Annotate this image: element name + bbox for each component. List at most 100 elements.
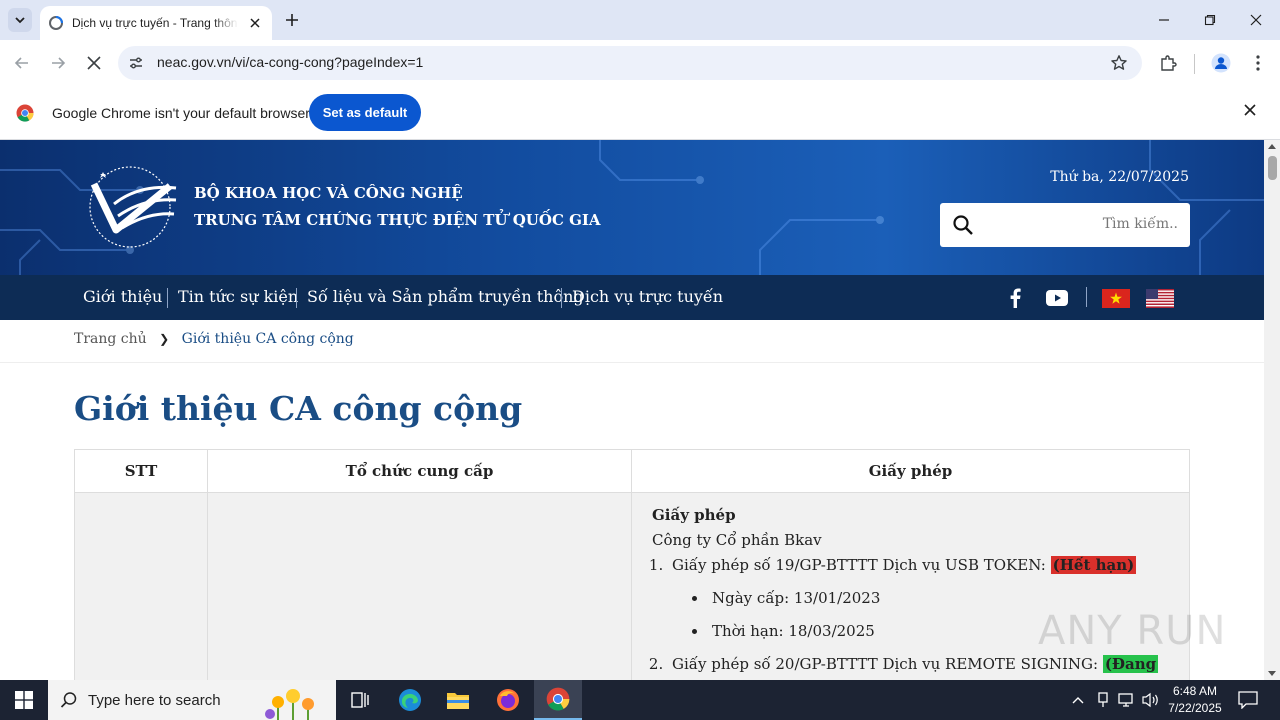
column-header-stt: STT [74,449,208,493]
chrome-logo-icon [16,104,34,122]
clock-date: 7/22/2025 [1168,701,1222,715]
column-header-provider: Tổ chức cung cấp [207,449,632,493]
table-row: Giấy phép Công ty Cổ phần Bkav Giấy phép… [74,492,1190,680]
site-search-box[interactable]: Tìm kiếm.. [940,203,1190,247]
nav-divider [561,288,562,308]
new-tab-button[interactable] [282,10,302,30]
license-heading: Giấy phép [652,506,736,524]
taskbar-edge[interactable] [386,680,434,720]
loading-favicon-icon [49,16,63,30]
taskbar-file-explorer[interactable] [434,680,482,720]
neac-logo-icon [89,166,177,248]
arrow-left-icon [14,57,28,69]
restore-icon [1204,14,1216,26]
set-default-button[interactable]: Set as default [309,94,421,131]
breadcrumb-current[interactable]: Giới thiệu CA công cộng [182,331,354,347]
active-tab[interactable]: Dịch vụ trực tuyến - Trang thông tin [40,6,272,40]
menu-button[interactable] [1247,52,1269,74]
scroll-down-arrow-icon[interactable] [1268,671,1276,676]
network-icon[interactable] [1118,692,1136,708]
taskbar-chrome[interactable] [534,680,582,720]
clock-time: 6:48 AM [1172,684,1218,698]
notification-icon[interactable] [1238,691,1258,709]
us-flag-icon[interactable] [1146,289,1174,308]
chrome-icon [546,687,570,711]
close-tab-icon[interactable] [246,14,264,32]
arrow-right-icon [52,57,66,69]
main-navigation: Giới thiệu Tin tức sự kiện Số liệu và Sả… [0,275,1264,320]
close-icon[interactable] [1244,104,1256,116]
taskbar-clock[interactable]: 6:48 AM 7/22/2025 [1160,683,1230,717]
page-scrollbar[interactable] [1264,140,1280,680]
task-view-icon [351,692,369,708]
scrollbar-thumb[interactable] [1268,156,1277,180]
minimize-icon [1159,19,1169,21]
chevron-up-icon[interactable] [1072,695,1084,705]
forward-button[interactable] [46,51,70,75]
browser-toolbar: neac.gov.vn/vi/ca-cong-cong?pageIndex=1 [0,40,1280,86]
edge-icon [399,689,421,711]
puzzle-icon [1161,55,1177,71]
search-icon [60,692,77,708]
folder-icon [447,693,469,709]
license-item: Giấy phép số 20/GP-BTTTT Dịch vụ REMOTE … [668,652,1169,677]
status-badge-expired: (Hết hạn) [1050,556,1137,574]
status-badge-active: (Đang [1102,655,1159,673]
breadcrumb-divider [0,362,1264,363]
nav-item-gioi-thieu[interactable]: Giới thiệu [83,287,162,306]
site-header: BỘ KHOA HỌC VÀ CÔNG NGHỆ TRUNG TÂM CHỨNG… [0,140,1264,275]
windows-taskbar: Type here to search 6:48 AM 7/22/2025 [0,680,1280,720]
tab-search-button[interactable] [8,8,32,32]
bookmark-star-icon[interactable] [1110,54,1128,72]
site-settings-icon[interactable] [128,55,144,71]
avatar-icon [1211,53,1231,73]
vietnam-flag-icon[interactable] [1102,289,1130,308]
start-button[interactable] [0,680,48,720]
infobar-message: Google Chrome isn't your default browser [52,105,310,121]
page-title: Giới thiệu CA công cộng [74,389,523,428]
nav-divider [296,288,297,308]
column-header-license: Giấy phép [631,449,1190,493]
cell-provider [207,492,632,680]
taskbar-firefox[interactable] [484,680,532,720]
plus-icon [286,14,298,26]
license-company: Công ty Cổ phần Bkav [652,531,822,549]
firefox-icon [497,689,519,711]
close-window-button[interactable] [1233,0,1279,40]
toolbar-divider [1194,54,1195,74]
volume-icon[interactable] [1142,692,1160,708]
site-search-placeholder: Tìm kiếm.. [1102,216,1178,232]
scroll-up-arrow-icon[interactable] [1268,144,1276,149]
search-icon[interactable] [952,214,974,236]
nav-item-dich-vu[interactable]: Dịch vụ trực tuyến [572,287,723,306]
tab-title: Dịch vụ trực tuyến - Trang thông tin [72,16,238,30]
address-bar[interactable]: neac.gov.vn/vi/ca-cong-cong?pageIndex=1 [118,46,1142,80]
profile-button[interactable] [1210,52,1232,74]
extensions-button[interactable] [1157,52,1179,74]
youtube-icon[interactable] [1046,290,1068,306]
url-text[interactable]: neac.gov.vn/vi/ca-cong-cong?pageIndex=1 [157,54,423,70]
breadcrumb-home[interactable]: Trang chủ [74,331,147,347]
nav-item-tin-tuc[interactable]: Tin tức sự kiện [178,287,298,306]
page-viewport: BỘ KHOA HỌC VÀ CÔNG NGHỆ TRUNG TÂM CHỨNG… [0,140,1264,680]
ca-table: STT Tổ chức cung cấp Giấy phép Giấy phép… [74,449,1190,680]
taskbar-search-placeholder: Type here to search [88,692,221,709]
stop-loading-button[interactable] [82,51,106,75]
restore-button[interactable] [1187,0,1233,40]
flowers-decoration-icon [265,689,314,720]
breadcrumb-chevron-icon: ❯ [159,332,170,346]
tab-strip: Dịch vụ trực tuyến - Trang thông tin [0,0,1280,40]
license-item-text: Giấy phép số 20/GP-BTTTT Dịch vụ REMOTE … [672,655,1103,673]
chevron-down-icon [15,17,25,24]
taskbar-search-box[interactable]: Type here to search [48,680,336,720]
ministry-name: BỘ KHOA HỌC VÀ CÔNG NGHỆ [194,184,463,202]
nav-item-so-lieu[interactable]: Số liệu và Sản phẩm truyền thông [307,287,584,306]
task-view-button[interactable] [336,680,384,720]
breadcrumb: Trang chủ ❯ Giới thiệu CA công cộng [74,331,354,347]
usb-device-icon[interactable] [1096,692,1110,708]
facebook-icon[interactable] [1008,288,1022,308]
cell-stt [74,492,208,680]
center-name: TRUNG TÂM CHỨNG THỰC ĐIỆN TỬ QUỐC GIA [194,211,601,229]
minimize-button[interactable] [1141,0,1187,40]
back-button[interactable] [10,51,34,75]
